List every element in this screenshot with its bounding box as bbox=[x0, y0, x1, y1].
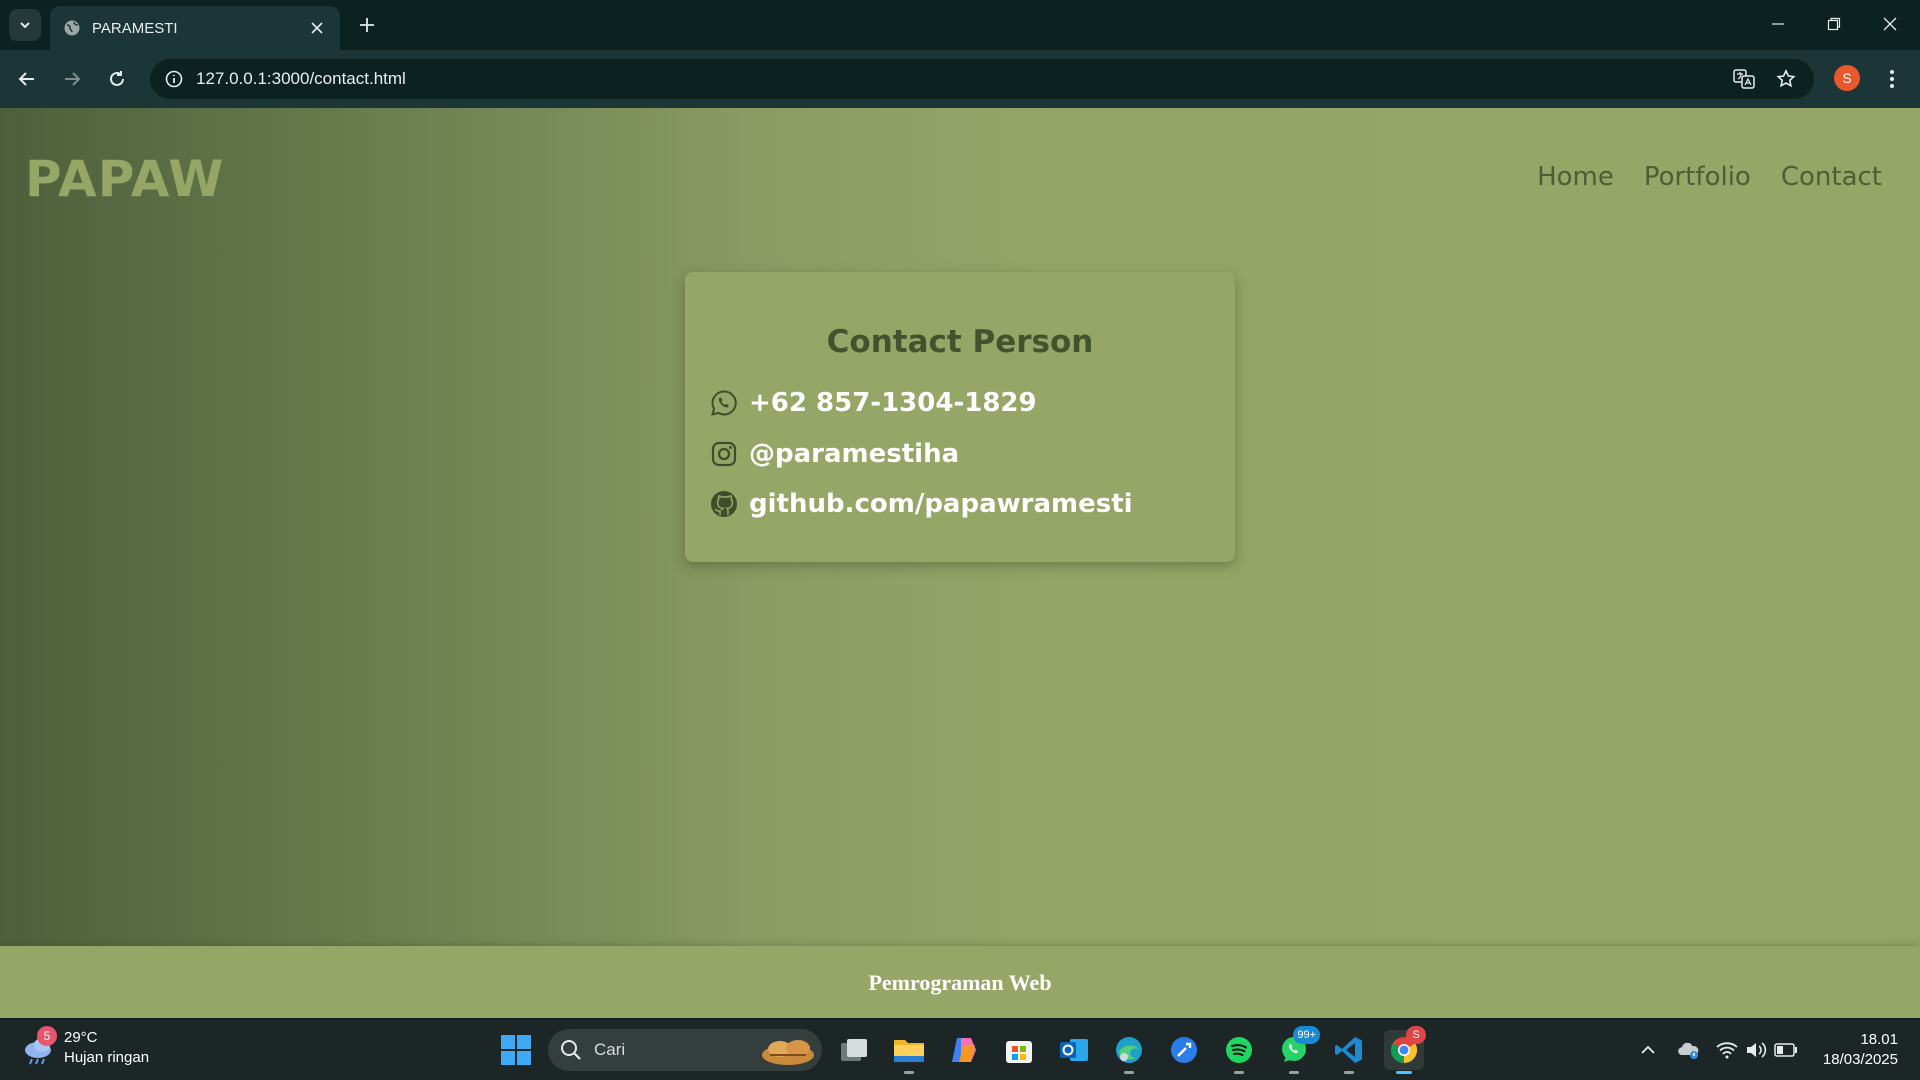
close-icon bbox=[1883, 17, 1897, 31]
tab-title: PARAMESTI bbox=[92, 19, 178, 37]
whatsapp-taskbar-icon[interactable]: 99+ bbox=[1274, 1026, 1320, 1074]
contact-github[interactable]: github.com/papawramesti bbox=[709, 489, 1133, 519]
task-view-icon[interactable] bbox=[834, 1030, 874, 1070]
weather-temp: 29°C bbox=[64, 1029, 98, 1046]
search-highlight-icon bbox=[760, 1033, 816, 1067]
site-nav: Home Portfolio Contact bbox=[1537, 162, 1882, 192]
nav-contact-link[interactable]: Contact bbox=[1781, 162, 1882, 192]
contact-instagram-text: @paramestiha bbox=[749, 439, 960, 469]
footer-text: Pemrograman Web bbox=[868, 970, 1052, 995]
microsoft-store-icon[interactable] bbox=[999, 1030, 1039, 1070]
clock-date: 18/03/2025 bbox=[1822, 1051, 1898, 1068]
wifi-icon[interactable] bbox=[1715, 1038, 1739, 1062]
spotify-icon[interactable] bbox=[1219, 1030, 1259, 1074]
browser-menu-icon[interactable] bbox=[1880, 62, 1904, 96]
minimize-button[interactable] bbox=[1750, 0, 1806, 48]
reload-button[interactable] bbox=[100, 62, 134, 96]
search-placeholder: Cari bbox=[594, 1040, 626, 1059]
edge-icon[interactable] bbox=[1109, 1030, 1149, 1074]
chevron-down-icon bbox=[20, 22, 30, 29]
site-info-icon[interactable] bbox=[160, 65, 188, 93]
weather-widget[interactable]: 5 29°C Hujan ringan bbox=[20, 1026, 150, 1068]
whatsapp-badge: 99+ bbox=[1293, 1026, 1320, 1044]
url-text[interactable]: 127.0.0.1:3000/contact.html bbox=[196, 69, 406, 89]
reload-icon bbox=[110, 71, 124, 86]
tab-search-button[interactable] bbox=[9, 9, 41, 41]
instagram-icon bbox=[709, 439, 739, 469]
chevron-up-icon[interactable] bbox=[1636, 1038, 1660, 1062]
onedrive-icon[interactable] bbox=[1676, 1038, 1700, 1062]
restore-button[interactable] bbox=[1806, 0, 1862, 48]
github-icon bbox=[709, 489, 739, 519]
close-window-button[interactable] bbox=[1862, 0, 1918, 48]
browser-tab-bar: PARAMESTI bbox=[0, 0, 1920, 50]
outlook-icon[interactable] bbox=[1054, 1030, 1094, 1070]
chrome-profile-badge: S bbox=[1406, 1026, 1426, 1044]
minimize-icon bbox=[1772, 23, 1784, 25]
contact-whatsapp[interactable]: +62 857-1304-1829 bbox=[709, 388, 1037, 418]
copilot-icon[interactable] bbox=[944, 1030, 984, 1070]
web-page: PAPAW Home Portfolio Contact Contact Per… bbox=[0, 108, 1920, 1018]
search-icon bbox=[560, 1039, 582, 1061]
nav-portfolio-link[interactable]: Portfolio bbox=[1644, 162, 1751, 192]
rain-cloud-icon: 5 bbox=[20, 1026, 60, 1068]
tab-close-icon[interactable] bbox=[306, 17, 328, 39]
contact-card: Contact Person +62 857-1304-1829 @parame… bbox=[685, 272, 1235, 562]
browser-tab[interactable]: PARAMESTI bbox=[50, 6, 340, 50]
weather-desc: Hujan ringan bbox=[64, 1049, 150, 1066]
windows-start-icon[interactable] bbox=[500, 1034, 532, 1066]
weather-badge: 5 bbox=[37, 1026, 57, 1046]
contact-github-text: github.com/papawramesti bbox=[749, 489, 1133, 519]
contact-instagram[interactable]: @paramestiha bbox=[709, 439, 959, 469]
back-button[interactable] bbox=[10, 62, 44, 96]
contact-card-title: Contact Person bbox=[826, 324, 1094, 360]
file-explorer-icon[interactable] bbox=[889, 1030, 929, 1074]
translate-icon[interactable] bbox=[1730, 65, 1758, 93]
volume-icon[interactable] bbox=[1744, 1038, 1768, 1062]
battery-icon[interactable] bbox=[1774, 1038, 1798, 1062]
app-icon-blue[interactable] bbox=[1164, 1030, 1204, 1070]
restore-icon bbox=[1827, 17, 1841, 31]
address-bar[interactable]: 127.0.0.1:3000/contact.html bbox=[150, 59, 1814, 99]
site-footer: Pemrograman Web bbox=[0, 946, 1920, 1018]
taskbar: 5 29°C Hujan ringan Cari 99+ S 18.01 18/… bbox=[0, 1020, 1920, 1080]
site-logo[interactable]: PAPAW bbox=[25, 150, 224, 208]
arrow-left-icon bbox=[18, 72, 34, 86]
clock-time: 18.01 bbox=[1860, 1031, 1898, 1048]
taskbar-search[interactable]: Cari bbox=[548, 1029, 822, 1071]
contact-phone-text: +62 857-1304-1829 bbox=[749, 388, 1037, 418]
chrome-icon[interactable]: S bbox=[1384, 1026, 1426, 1074]
bookmark-star-icon[interactable] bbox=[1772, 65, 1800, 93]
vscode-icon[interactable] bbox=[1329, 1030, 1369, 1074]
profile-avatar[interactable]: S bbox=[1834, 65, 1860, 91]
arrow-right-icon bbox=[65, 72, 81, 86]
nav-home-link[interactable]: Home bbox=[1537, 162, 1614, 192]
forward-button[interactable] bbox=[55, 62, 89, 96]
plus-icon bbox=[360, 18, 374, 32]
whatsapp-icon bbox=[709, 388, 739, 418]
browser-toolbar: 127.0.0.1:3000/contact.html S bbox=[0, 50, 1920, 108]
system-clock[interactable]: 18.01 18/03/2025 bbox=[1808, 1030, 1898, 1070]
globe-icon bbox=[62, 18, 82, 38]
new-tab-button[interactable] bbox=[352, 10, 382, 40]
